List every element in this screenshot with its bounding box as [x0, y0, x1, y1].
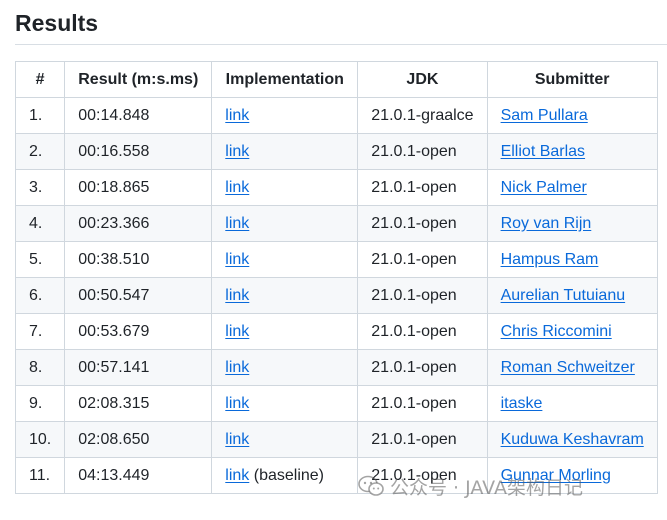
- jdk-cell: 21.0.1-open: [357, 205, 488, 242]
- implementation-link[interactable]: link: [225, 107, 249, 124]
- jdk-cell: 21.0.1-open: [357, 169, 488, 206]
- submitter-link[interactable]: itaske: [501, 395, 543, 412]
- submitter-cell: Roman Schweitzer: [486, 349, 658, 386]
- rank-cell: 5.: [14, 241, 66, 278]
- implementation-link[interactable]: link: [225, 179, 249, 196]
- table-row: 10. 02:08.650 link 21.0.1-open Kuduwa Keshav…: [14, 421, 658, 458]
- implementation-link[interactable]: link: [225, 395, 249, 412]
- jdk-cell: 21.0.1-open: [357, 457, 488, 494]
- submitter-cell: Roy van Rijn: [486, 205, 658, 242]
- section-heading: Results: [15, 10, 99, 36]
- jdk-cell: 21.0.1-open: [357, 133, 488, 170]
- result-cell: 00:50.547: [64, 277, 213, 314]
- result-cell: 02:08.315: [64, 385, 213, 422]
- table-header-row: # Result (m:s.ms) Implementation JDK Sub…: [14, 61, 658, 98]
- result-cell: 00:23.366: [64, 205, 213, 242]
- results-table: # Result (m:s.ms) Implementation JDK Sub…: [14, 61, 658, 494]
- table-row: 9. 02:08.315 link 21.0.1-open itaske: [14, 385, 658, 422]
- implementation-cell: link: [211, 385, 359, 422]
- implementation-link[interactable]: link: [225, 359, 249, 376]
- header-submitter: Submitter: [486, 61, 658, 98]
- implementation-link[interactable]: link: [225, 215, 249, 232]
- submitter-cell: Elliot Barlas: [486, 133, 658, 170]
- submitter-cell: Hampus Ram: [486, 241, 658, 278]
- rank-cell: 1.: [14, 97, 66, 134]
- submitter-link[interactable]: Nick Palmer: [501, 179, 587, 196]
- result-cell: 00:53.679: [64, 313, 213, 350]
- implementation-cell: link: [211, 205, 359, 242]
- submitter-cell: Nick Palmer: [486, 169, 658, 206]
- header-jdk: JDK: [357, 61, 488, 98]
- implementation-link[interactable]: link: [225, 323, 249, 340]
- submitter-cell: Kuduwa Keshavram: [486, 421, 658, 458]
- implementation-cell: link: [211, 349, 359, 386]
- rank-cell: 10.: [14, 421, 66, 458]
- jdk-cell: 21.0.1-open: [357, 385, 488, 422]
- implementation-cell: link: [211, 421, 359, 458]
- submitter-link[interactable]: Aurelian Tutuianu: [501, 287, 626, 304]
- submitter-link[interactable]: Roman Schweitzer: [501, 359, 635, 376]
- implementation-link[interactable]: link: [225, 431, 249, 448]
- jdk-cell: 21.0.1-graalce: [357, 97, 488, 134]
- jdk-cell: 21.0.1-open: [357, 241, 488, 278]
- rank-cell: 7.: [14, 313, 66, 350]
- rank-cell: 2.: [14, 133, 66, 170]
- submitter-link[interactable]: Gunnar Morling: [501, 467, 611, 484]
- implementation-link[interactable]: link: [225, 467, 249, 484]
- implementation-cell: link: [211, 313, 359, 350]
- submitter-link[interactable]: Elliot Barlas: [501, 143, 585, 160]
- result-cell: 00:38.510: [64, 241, 213, 278]
- submitter-cell: Chris Riccomini: [486, 313, 658, 350]
- result-cell: 00:18.865: [64, 169, 213, 206]
- submitter-link[interactable]: Chris Riccomini: [501, 323, 612, 340]
- submitter-link[interactable]: Kuduwa Keshavram: [501, 431, 644, 448]
- rank-cell: 8.: [14, 349, 66, 386]
- implementation-link[interactable]: link: [225, 143, 249, 160]
- header-result: Result (m:s.ms): [64, 61, 213, 98]
- table-row: 7. 00:53.679 link 21.0.1-open Chris Riccomin…: [14, 313, 658, 350]
- implementation-cell: link: [211, 241, 359, 278]
- submitter-cell: itaske: [486, 385, 658, 422]
- rank-cell: 6.: [14, 277, 66, 314]
- rank-cell: 3.: [14, 169, 66, 206]
- rank-cell: 4.: [14, 205, 66, 242]
- jdk-cell: 21.0.1-open: [357, 277, 488, 314]
- submitter-cell: Sam Pullara: [486, 97, 658, 134]
- result-cell: 00:57.141: [64, 349, 213, 386]
- result-cell: 04:13.449: [64, 457, 213, 494]
- submitter-link[interactable]: Hampus Ram: [501, 251, 599, 268]
- table-row: 4. 00:23.366 link 21.0.1-open Roy van Rijn: [14, 205, 658, 242]
- implementation-note: (baseline): [253, 466, 325, 484]
- table-row: 1. 00:14.848 link 21.0.1-graalce Sam Pullara: [14, 97, 658, 134]
- implementation-cell: link (baseline): [211, 457, 359, 494]
- submitter-link[interactable]: Roy van Rijn: [501, 215, 592, 232]
- rank-cell: 11.: [14, 457, 66, 494]
- table-row: 5. 00:38.510 link 21.0.1-open Hampus Ram: [14, 241, 658, 278]
- implementation-cell: link: [211, 133, 359, 170]
- table-row: 2. 00:16.558 link 21.0.1-open Elliot Barlas: [14, 133, 658, 170]
- result-cell: 00:16.558: [64, 133, 213, 170]
- jdk-cell: 21.0.1-open: [357, 349, 488, 386]
- submitter-cell: Aurelian Tutuianu: [486, 277, 658, 314]
- implementation-link[interactable]: link: [225, 251, 249, 268]
- header-implementation: Implementation: [211, 61, 359, 98]
- submitter-link[interactable]: Sam Pullara: [501, 107, 588, 124]
- submitter-cell: Gunnar Morling: [486, 457, 658, 494]
- implementation-link[interactable]: link: [225, 287, 249, 304]
- table-row: 3. 00:18.865 link 21.0.1-open Nick Palmer: [14, 169, 658, 206]
- table-row: 6. 00:50.547 link 21.0.1-open Aurelian Tutui…: [14, 277, 658, 314]
- jdk-cell: 21.0.1-open: [357, 421, 488, 458]
- implementation-cell: link: [211, 169, 359, 206]
- jdk-cell: 21.0.1-open: [357, 313, 488, 350]
- heading-divider: [15, 44, 667, 45]
- header-rank: #: [14, 61, 66, 98]
- table-row: 8. 00:57.141 link 21.0.1-open Roman Schweitz…: [14, 349, 658, 386]
- result-cell: 02:08.650: [64, 421, 213, 458]
- result-cell: 00:14.848: [64, 97, 213, 134]
- table-row: 11. 04:13.449 link (baseline) 21.0.1-open Gu…: [14, 457, 658, 494]
- implementation-cell: link: [211, 277, 359, 314]
- implementation-cell: link: [211, 97, 359, 134]
- rank-cell: 9.: [14, 385, 66, 422]
